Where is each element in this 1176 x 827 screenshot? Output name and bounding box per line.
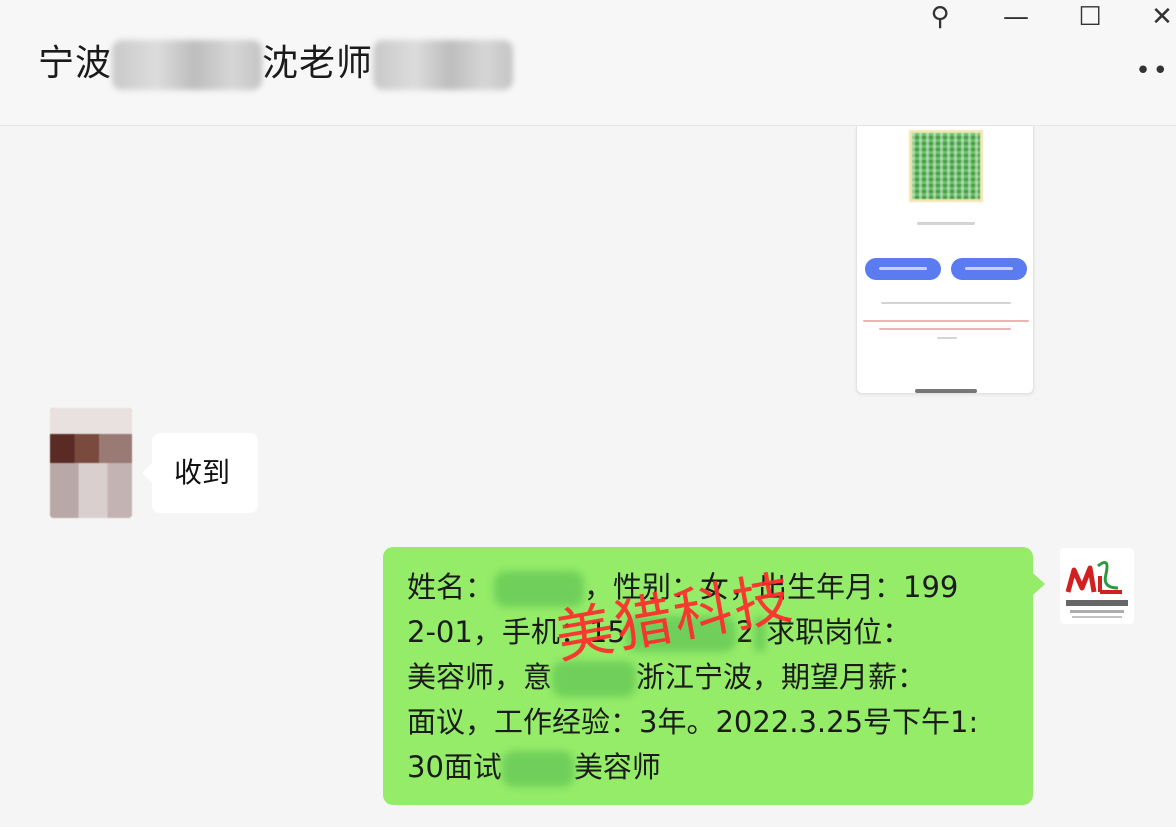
message-text: 美容师 xyxy=(573,750,661,784)
chat-title-middle: 沈老师 xyxy=(262,43,374,84)
pin-icon[interactable]: ⚲ xyxy=(920,0,960,34)
image-text-line xyxy=(881,302,1011,304)
message-text: 收到 xyxy=(174,456,231,489)
minimize-icon[interactable]: — xyxy=(996,0,1036,34)
contact-avatar[interactable] xyxy=(50,408,132,518)
message-text: 浙江宁波，期望月薪： xyxy=(636,660,927,694)
logo-icon xyxy=(1065,560,1128,618)
redacted-block xyxy=(112,40,263,90)
self-avatar[interactable] xyxy=(1060,548,1134,624)
message-line: 美容师，意 浙江宁波，期望月薪： xyxy=(407,655,1013,700)
chat-title-prefix: 宁波 xyxy=(38,43,113,84)
image-text-line xyxy=(863,320,1029,322)
close-icon[interactable]: ✕ xyxy=(1142,0,1176,34)
home-indicator xyxy=(915,389,977,393)
message-text: 姓名： xyxy=(407,570,495,604)
chat-title: 宁波 沈老师 xyxy=(38,34,514,90)
image-message[interactable] xyxy=(856,126,1034,394)
image-text-line xyxy=(879,328,1011,330)
redacted-block xyxy=(373,40,514,90)
message-line: 30面试 美容师 xyxy=(407,745,1013,790)
redacted-block xyxy=(501,751,574,787)
image-text-line xyxy=(917,222,975,225)
message-text: 面议，工作经验：3年。2022.3.25号下午1: xyxy=(407,705,979,739)
image-button xyxy=(865,258,941,280)
message-line: 面议，工作经验：3年。2022.3.25号下午1: xyxy=(407,700,1013,745)
qr-code-icon xyxy=(909,130,983,202)
chat-header: 宁波 沈老师 ⚲ — ☐ ✕ •• xyxy=(0,0,1176,126)
image-text-line xyxy=(937,337,957,339)
maximize-icon[interactable]: ☐ xyxy=(1070,0,1110,34)
message-bubble-received[interactable]: 收到 xyxy=(142,433,258,513)
message-text: 30面试 xyxy=(407,750,502,784)
message-text: 美容师，意 xyxy=(407,660,553,694)
image-button xyxy=(951,258,1027,280)
more-options-icon[interactable]: •• xyxy=(1135,56,1170,86)
